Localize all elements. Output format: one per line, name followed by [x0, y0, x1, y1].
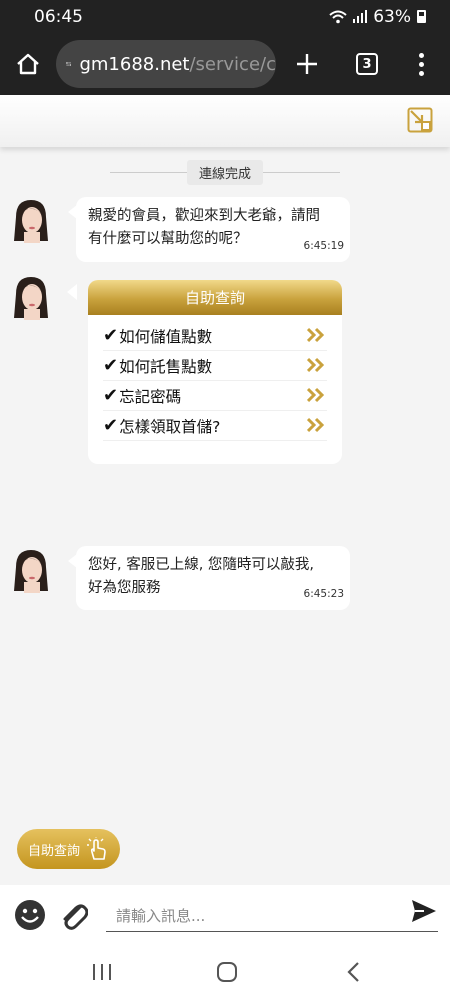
self-service-item-label: 如何託售點數 [119, 357, 213, 376]
wifi-icon [329, 10, 347, 23]
self-service-item-label: 如何儲值點數 [119, 327, 213, 346]
message-text: 好為您服務 [88, 580, 161, 596]
self-service-button[interactable]: 自助查詢 [17, 829, 120, 869]
tab-switcher-button[interactable]: 3 [338, 33, 396, 95]
agent-avatar [14, 277, 48, 320]
emoji-icon[interactable] [14, 899, 46, 931]
plus-icon [297, 54, 317, 74]
system-navigation-bar [0, 945, 450, 1000]
self-service-item-label: 怎樣領取首儲? [119, 417, 221, 436]
send-icon[interactable] [410, 897, 438, 925]
back-icon[interactable] [340, 959, 368, 985]
url-path: /service/c [189, 53, 276, 75]
self-service-item[interactable]: ✔ 忘記密碼 [103, 381, 327, 411]
chat-header [0, 95, 450, 147]
checkmark-icon: ✔ [103, 325, 119, 346]
recent-apps-icon[interactable] [88, 959, 116, 985]
more-icon [418, 52, 424, 58]
message-timestamp: 6:45:19 [303, 240, 344, 252]
address-bar[interactable]: gm1688.net/service/c [56, 40, 276, 88]
tap-hand-icon [87, 837, 106, 860]
self-service-item[interactable]: ✔ 如何儲值點數 [103, 321, 327, 351]
chat-message: 親愛的會員，歡迎來到大老爺，請問 有什麼可以幫助您的呢？ 6:45:19 [68, 197, 350, 262]
connection-status-text: 連線完成 [186, 159, 263, 185]
agent-avatar [14, 550, 48, 593]
chat-message: 您好, 客服已上線, 您隨時可以敲我, 好為您服務 6:45:23 [68, 546, 350, 610]
checkmark-icon: ✔ [103, 385, 119, 406]
battery-icon [417, 10, 426, 23]
minimize-window-icon[interactable] [407, 107, 433, 133]
message-input-bar [0, 885, 450, 945]
message-timestamp: 6:45:23 [303, 588, 344, 600]
double-chevron-right-icon [307, 357, 325, 373]
new-tab-button[interactable] [276, 33, 338, 95]
self-service-item-label: 忘記密碼 [119, 387, 182, 406]
home-button[interactable] [0, 33, 56, 95]
message-text: 有什麼可以幫助您的呢？ [88, 231, 248, 247]
tab-count: 3 [356, 53, 378, 75]
more-menu-button[interactable] [396, 33, 446, 95]
self-service-button-label: 自助查詢 [28, 843, 81, 859]
checkmark-icon: ✔ [103, 415, 119, 436]
url-domain: gm1688.net [79, 53, 190, 75]
self-service-card-title: 自助查詢 [88, 280, 342, 315]
signal-icon [353, 10, 368, 23]
site-settings-icon[interactable] [66, 57, 72, 71]
message-text: 親愛的會員，歡迎來到大老爺，請問 [88, 208, 320, 224]
paperclip-icon[interactable] [58, 897, 88, 931]
agent-avatar [14, 200, 48, 243]
checkmark-icon: ✔ [103, 355, 119, 376]
battery-percent: 63% [373, 6, 411, 27]
self-service-item[interactable]: ✔ 怎樣領取首儲? [103, 411, 327, 441]
browser-toolbar: gm1688.net/service/c 3 [0, 33, 450, 95]
self-service-card: 自助查詢 ✔ 如何儲值點數 ✔ 如何託售點數 ✔ 忘記密碼 ✔ 怎樣領取首儲? [88, 280, 342, 464]
double-chevron-right-icon [307, 327, 325, 343]
message-input[interactable] [106, 900, 438, 932]
home-icon [17, 53, 39, 75]
message-text: 您好, 客服已上線, 您隨時可以敲我, [88, 557, 315, 573]
double-chevron-right-icon [307, 387, 325, 403]
home-nav-icon[interactable] [213, 959, 241, 985]
status-bar: 06:45 63% [0, 0, 450, 33]
self-service-item[interactable]: ✔ 如何託售點數 [103, 351, 327, 381]
double-chevron-right-icon [307, 417, 325, 433]
status-time: 06:45 [34, 6, 83, 27]
connection-status-divider: 連線完成 [110, 159, 340, 185]
